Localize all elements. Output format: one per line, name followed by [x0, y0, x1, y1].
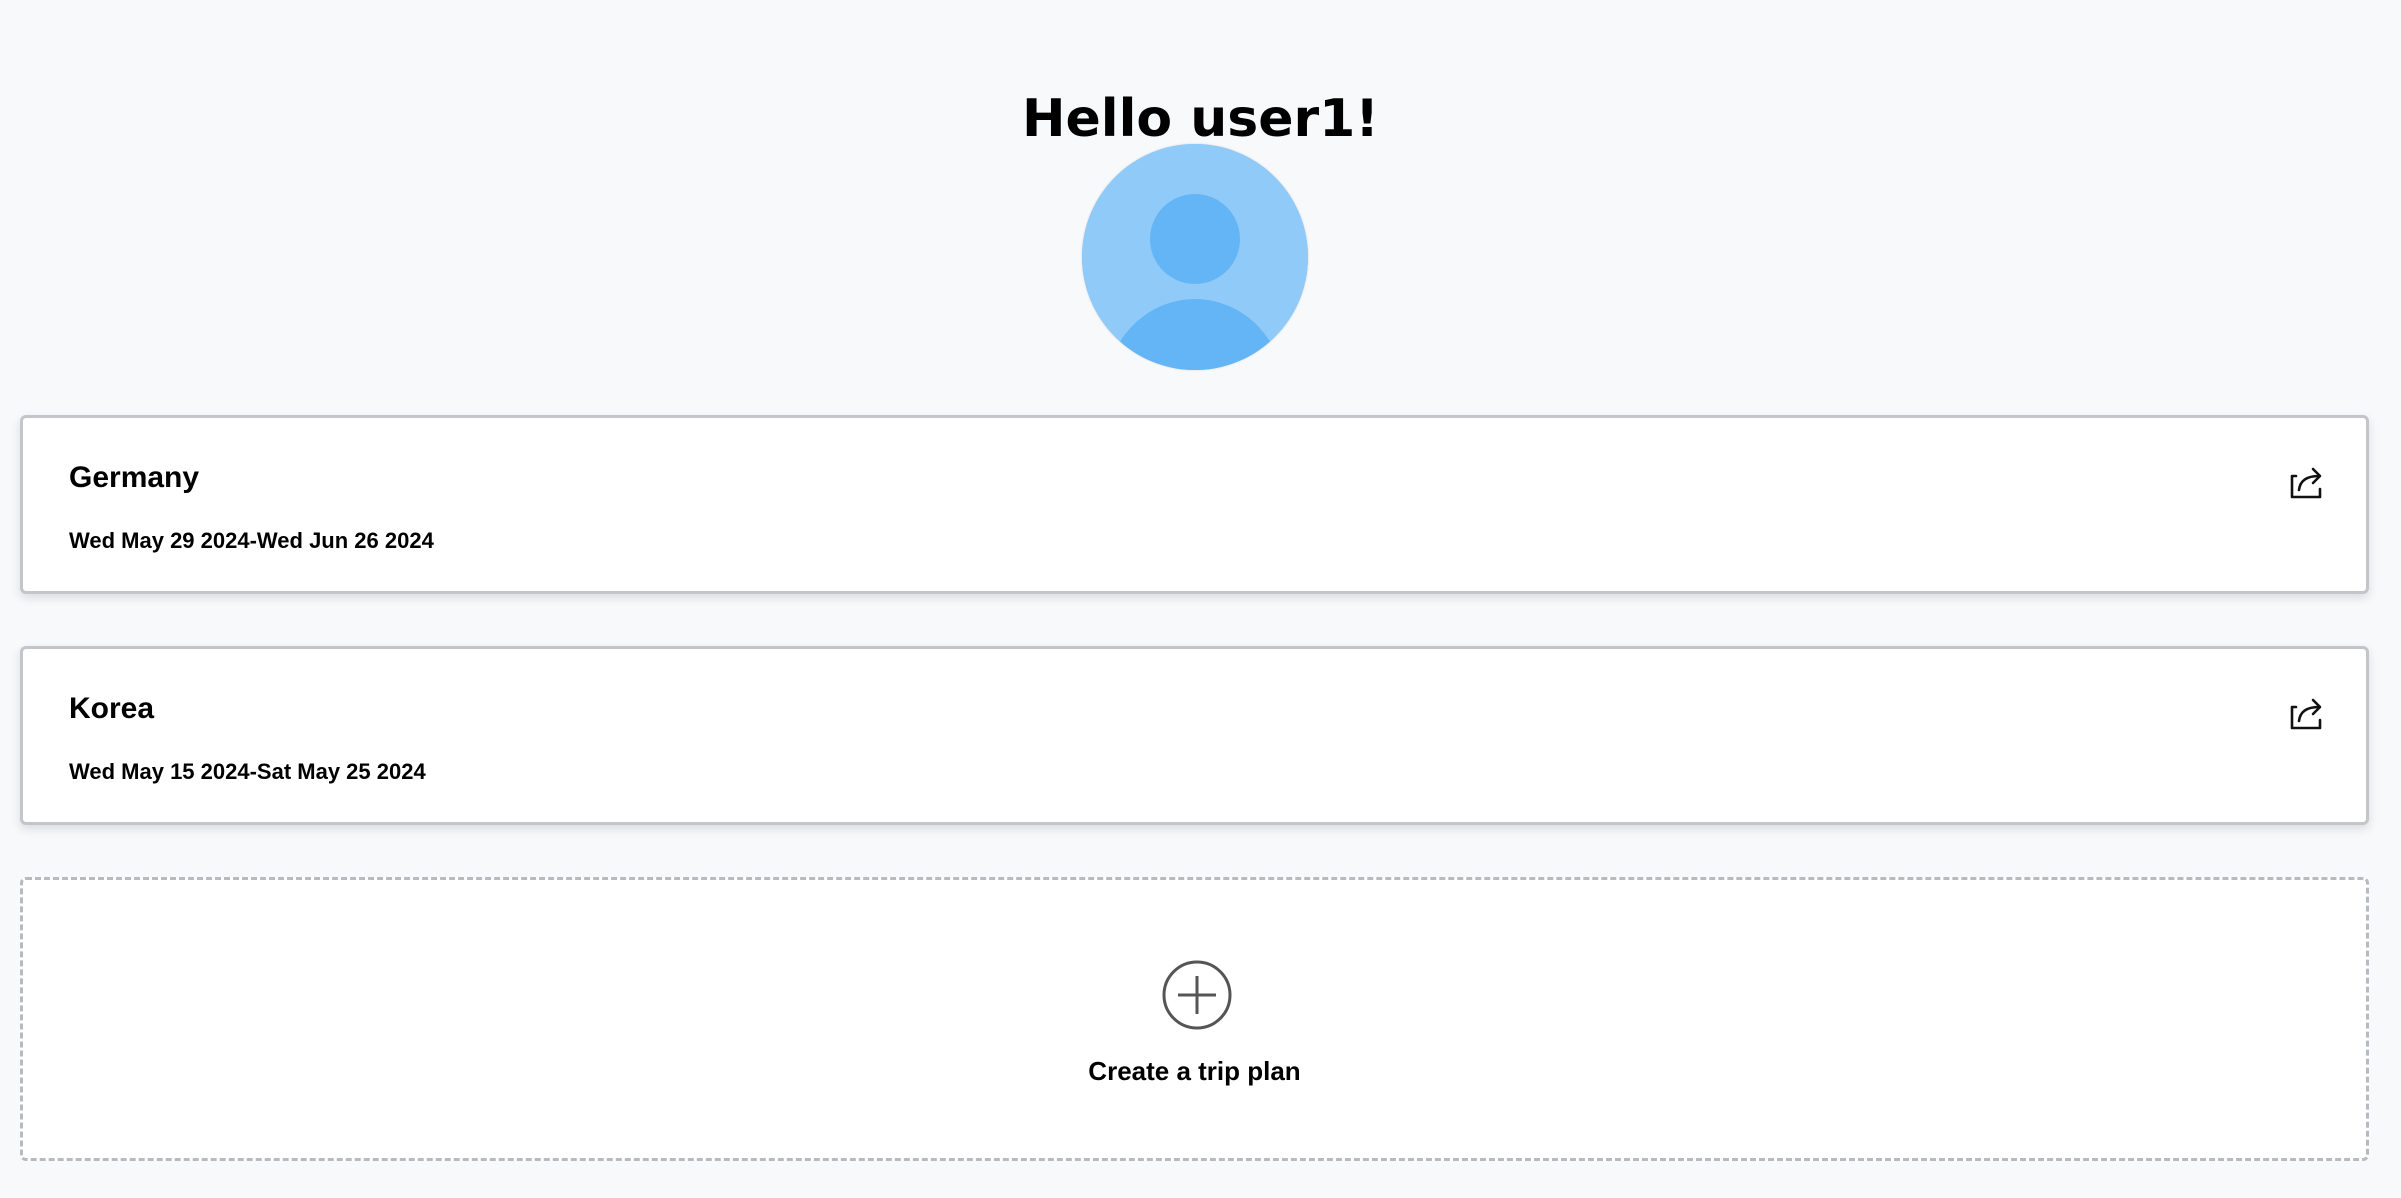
page-title: Hello user1! — [1021, 88, 1380, 149]
share-icon — [2290, 467, 2322, 499]
user-avatar-icon — [1082, 144, 1308, 370]
trip-card-germany[interactable]: Germany Wed May 29 2024-Wed Jun 26 2024 — [20, 415, 2369, 594]
share-button[interactable] — [2286, 693, 2326, 733]
plus-circle-icon — [1161, 959, 1233, 1031]
avatar — [1082, 144, 1308, 370]
share-button[interactable] — [2286, 462, 2326, 502]
trip-name: Korea — [69, 692, 155, 725]
trip-name: Germany — [69, 461, 200, 494]
trip-dates: Wed May 29 2024-Wed Jun 26 2024 — [69, 528, 434, 553]
trip-card-korea[interactable]: Korea Wed May 15 2024-Sat May 25 2024 — [20, 646, 2369, 825]
share-icon — [2290, 698, 2322, 730]
create-trip-label: Create a trip plan — [1088, 1056, 1301, 1086]
trip-dates: Wed May 15 2024-Sat May 25 2024 — [69, 759, 426, 784]
create-trip-button[interactable]: Create a trip plan — [20, 877, 2369, 1161]
